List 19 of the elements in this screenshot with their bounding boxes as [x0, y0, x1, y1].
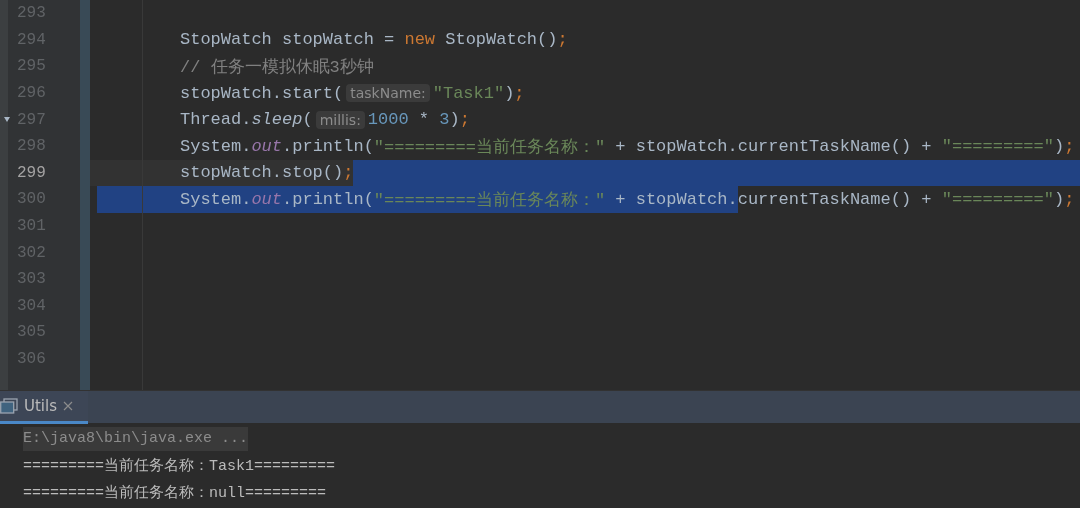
console-tab[interactable]: Utils — [0, 391, 88, 424]
close-icon[interactable] — [63, 401, 73, 411]
code-text: StopWatch stopWatch = new StopWatch(); — [180, 29, 568, 52]
console-icon — [0, 398, 18, 414]
parameter-hint: taskName: — [346, 84, 430, 103]
code-text: // 任务一模拟休眠3秒钟 — [180, 57, 374, 79]
code-text: currentTaskName() + "========="); — [737, 188, 1075, 211]
code-text: stopWatch.start( — [180, 82, 344, 105]
code-text: Thread.sleep( — [180, 109, 313, 132]
fold-icon[interactable] — [4, 116, 10, 123]
code-text: 1000 * 3); — [367, 109, 470, 132]
parameter-hint: millis: — [315, 110, 365, 129]
line-number: 299 — [17, 163, 46, 182]
code-text: stopWatch.stop(); — [180, 162, 354, 185]
code-text: System.out.println("=========当前任务名称：" + stopWatch.currentTaskName() + "========="); — [180, 135, 1075, 159]
code-text: "Task1"); — [432, 82, 525, 105]
console-output: =========当前任务名称：null========= — [23, 483, 327, 502]
code-text: System.out.println("=========当前任务名称：" + stopWatch. — [180, 186, 738, 213]
console-output: =========当前任务名称：Task1========= — [23, 456, 336, 475]
